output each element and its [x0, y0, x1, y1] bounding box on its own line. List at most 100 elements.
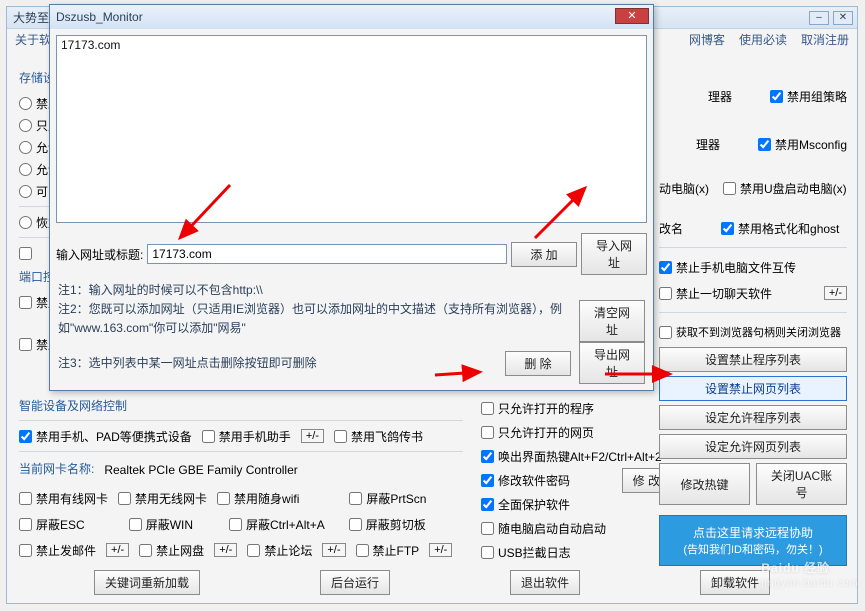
notes: 注1：输入网址的时候可以不包含http:\\ 注2：您既可以添加网址（只适用IE… [50, 279, 653, 390]
mid-block: 智能设备及网络控制 禁用手机、PAD等便携式设备 禁用手机助手 +/- 禁用飞鸽… [19, 393, 463, 565]
btn-reload[interactable]: 关键词重新加载 [94, 570, 200, 595]
note1: 注1：输入网址的时候可以不包含http:\\ [58, 281, 571, 300]
watermark: Baidu 经验 jingyan.baidu.com [761, 552, 859, 589]
wm-l1: Baidu 经验 [761, 561, 830, 575]
g-r1c2[interactable] [118, 492, 131, 505]
url-listbox[interactable]: 17173.com [56, 35, 647, 223]
btn-uac[interactable]: 关闭UAC账号 [756, 463, 847, 505]
menu-readme[interactable]: 使用必读 [739, 31, 787, 47]
menu-unregister[interactable]: 取消注册 [801, 31, 849, 47]
c-chk-1-label: 只允许打开的程序 [498, 400, 594, 417]
chk-pad-label: 禁用手机、PAD等便携式设备 [36, 428, 192, 445]
pm-6[interactable]: +/- [824, 286, 847, 300]
chk-usb-boot-label: 禁用U盘启动电脑(x) [740, 180, 847, 197]
bluebox-l1: 点击这里请求远程协助 [664, 524, 842, 541]
btn-uninstall[interactable]: 卸载软件 [700, 570, 770, 595]
g-r3c4[interactable] [356, 544, 369, 557]
note2: 注2：您既可以添加网址（只适用IE浏览器）也可以添加网址的中文描述（支持所有浏览… [58, 300, 571, 338]
btn-export[interactable]: 导出网址 [579, 342, 645, 384]
lbl-rename: 改名 [659, 220, 683, 237]
g-r3c1[interactable] [19, 544, 32, 557]
r-txt-mgr1: 理器 [708, 88, 732, 105]
g-r2c1[interactable] [19, 518, 32, 531]
btn-add[interactable]: 添 加 [511, 242, 577, 267]
btn-import[interactable]: 导入网址 [581, 233, 647, 275]
chk-phone-pc[interactable] [659, 261, 672, 274]
g-r1c4[interactable] [349, 492, 362, 505]
r-txt-mgr2: 理器 [696, 136, 720, 153]
pm-1[interactable]: +/- [301, 429, 324, 443]
close-button[interactable]: ✕ [833, 11, 853, 25]
g-r1c3[interactable] [217, 492, 230, 505]
c-chk-4-label: 修改软件密码 [498, 472, 570, 489]
chk-gp[interactable] [770, 90, 783, 103]
radio-2[interactable] [19, 141, 32, 154]
c-chk-7[interactable] [481, 546, 494, 559]
chk-port-a[interactable] [19, 296, 32, 309]
c-chk-2-label: 只允许打开的网页 [498, 424, 594, 441]
chk-chat-label: 禁止一切聊天软件 [676, 285, 772, 302]
pm-5[interactable]: +/- [429, 543, 452, 557]
btn-set-prog-ban[interactable]: 设置禁止程序列表 [659, 347, 847, 372]
c-chk-5[interactable] [481, 498, 494, 511]
chk-ghost[interactable] [721, 222, 734, 235]
c-chk-5-label: 全面保护软件 [498, 496, 570, 513]
dialog-titlebar[interactable]: Dszusb_Monitor ✕ [50, 5, 653, 29]
chk-port-b[interactable] [19, 338, 32, 351]
btn-set-page-ban[interactable]: 设置禁止网页列表 [659, 376, 847, 401]
radio-1[interactable] [19, 119, 32, 132]
chk-chat[interactable] [659, 287, 672, 300]
chk-phone-pc-label: 禁止手机电脑文件互传 [676, 259, 796, 276]
c-chk-3-label: 唤出界面热键Alt+F2/Ctrl+Alt+2 [498, 448, 662, 465]
c-chk-1[interactable] [481, 402, 494, 415]
list-item[interactable]: 17173.com [61, 38, 642, 52]
input-label: 输入网址或标题: [56, 246, 143, 263]
pm-2[interactable]: +/- [106, 543, 129, 557]
btn-clear[interactable]: 清空网址 [579, 300, 645, 342]
chk-phone-assist[interactable] [202, 430, 215, 443]
c-chk-4[interactable] [481, 474, 494, 487]
dialog-close-button[interactable]: ✕ [615, 8, 649, 24]
chk-left-a[interactable] [19, 247, 32, 260]
lbl-boot1: 动电脑(x) [659, 180, 709, 197]
btn-set-page-allow[interactable]: 设定允许网页列表 [659, 434, 847, 459]
btn-delete[interactable]: 删 除 [505, 351, 571, 376]
g-r2c3[interactable] [229, 518, 242, 531]
btn-bgrun[interactable]: 后台运行 [320, 570, 390, 595]
dialog-window: Dszusb_Monitor ✕ 17173.com 输入网址或标题: 添 加 … [49, 4, 654, 391]
chk-usb-boot[interactable] [723, 182, 736, 195]
chk-browser-label: 获取不到浏览器句柄则关闭浏览器 [676, 324, 841, 340]
radio-3[interactable] [19, 163, 32, 176]
chk-msconfig-label: 禁用Msconfig [775, 136, 847, 153]
dialog-title: Dszusb_Monitor [56, 10, 143, 24]
pm-4[interactable]: +/- [322, 543, 345, 557]
wm-l2: jingyan.baidu.com [761, 578, 859, 589]
pm-3[interactable]: +/- [214, 543, 237, 557]
btn-set-prog-allow[interactable]: 设定允许程序列表 [659, 405, 847, 430]
url-input[interactable] [147, 244, 507, 264]
g-r2c4[interactable] [349, 518, 362, 531]
c-chk-3[interactable] [481, 450, 494, 463]
chk-msconfig[interactable] [758, 138, 771, 151]
btn-hotkey[interactable]: 修改热键 [659, 463, 750, 505]
g-r1c1[interactable] [19, 492, 32, 505]
radio-5[interactable] [19, 216, 32, 229]
minimize-button[interactable]: – [809, 11, 829, 25]
menu-about[interactable]: 关于软 [15, 31, 51, 47]
chk-feige[interactable] [334, 430, 347, 443]
chk-browser[interactable] [659, 326, 672, 339]
btn-exit[interactable]: 退出软件 [510, 570, 580, 595]
menu-blog[interactable]: 网博客 [689, 31, 725, 47]
chk-gp-label: 禁用组策略 [787, 88, 847, 105]
right-column: 理器禁用组策略 理器禁用Msconfig 动电脑(x)禁用U盘启动电脑(x) 改… [659, 63, 847, 566]
radio-4[interactable] [19, 185, 32, 198]
g-r3c3[interactable] [247, 544, 260, 557]
nic-value: Realtek PCIe GBE Family Controller [104, 463, 297, 477]
c-chk-2[interactable] [481, 426, 494, 439]
c-chk-6[interactable] [481, 522, 494, 535]
radio-0[interactable] [19, 97, 32, 110]
bottom-bar: 关键词重新加载 后台运行 退出软件 卸载软件 [7, 570, 857, 595]
g-r2c2[interactable] [129, 518, 142, 531]
chk-pad[interactable] [19, 430, 32, 443]
g-r3c2[interactable] [139, 544, 152, 557]
